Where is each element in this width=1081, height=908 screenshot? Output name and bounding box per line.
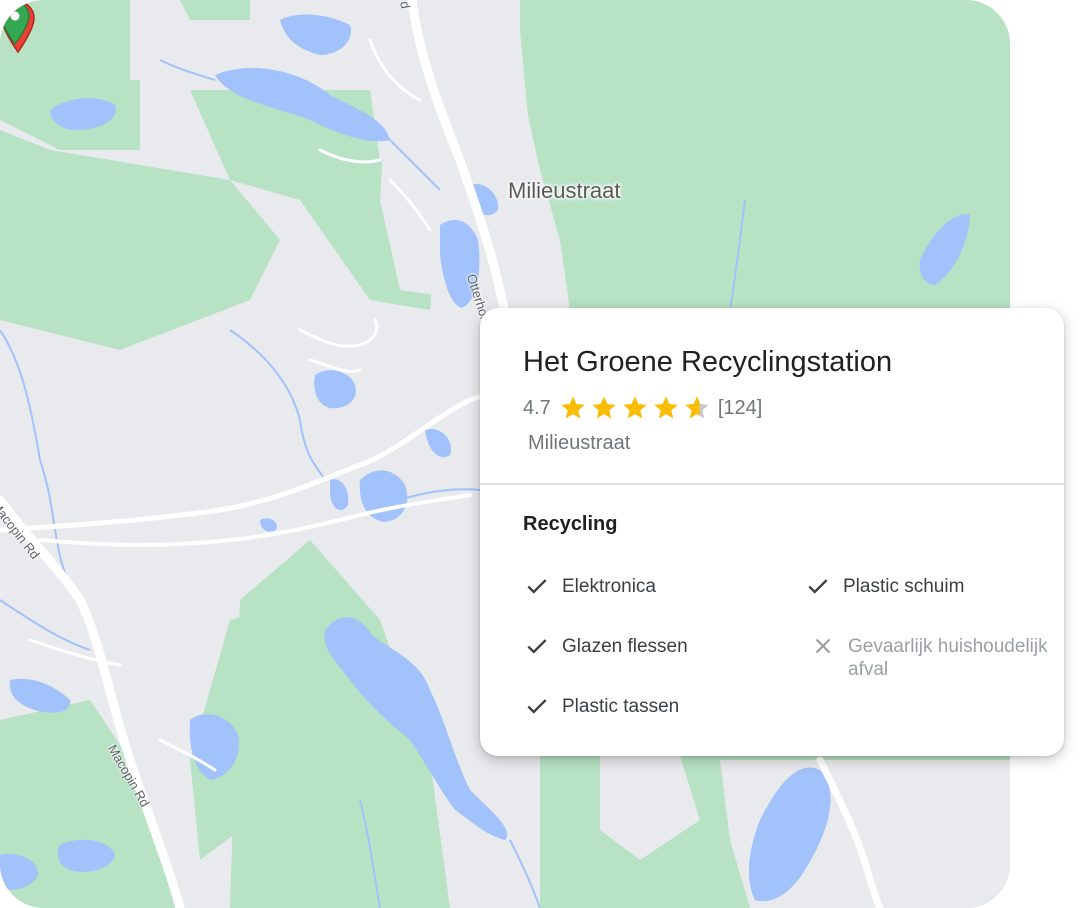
amenity-label: Glazen flessen <box>562 636 688 657</box>
star-icon <box>654 396 678 419</box>
place-address: Milieustraat <box>528 432 631 454</box>
check-icon <box>527 639 547 654</box>
amenity-label: Gevaarlijk huishoudelijk afval <box>848 636 1048 680</box>
star-half-icon <box>685 396 709 419</box>
place-details-card[interactable]: Het Groene Recyclingstation 4.7 [124] Mi… <box>480 308 1064 756</box>
star-icon <box>592 396 616 419</box>
amenity-label: Plastic schuim <box>843 576 965 597</box>
check-icon <box>808 579 828 594</box>
amenity-label: Elektronica <box>562 576 656 597</box>
amenity-item-unavailable: Gevaarlijk huishoudelijk afval <box>810 633 1048 681</box>
divider <box>480 483 1064 485</box>
review-count[interactable]: [124] <box>718 397 762 420</box>
pin-label[interactable]: Milieustraat <box>508 178 620 204</box>
star-rating <box>559 394 714 422</box>
rating-row[interactable]: 4.7 [124] <box>523 394 762 422</box>
check-icon <box>527 579 547 594</box>
amenity-item: Elektronica <box>524 573 656 599</box>
star-icon <box>623 396 647 419</box>
rating-value: 4.7 <box>523 396 551 419</box>
close-icon <box>815 638 831 654</box>
amenity-item: Glazen flessen <box>524 633 688 659</box>
amenity-item: Plastic schuim <box>805 573 964 599</box>
place-title: Het Groene Recyclingstation <box>523 346 893 378</box>
section-title: Recycling <box>523 513 618 535</box>
amenity-label: Plastic tassen <box>562 696 680 717</box>
star-icon <box>561 396 585 419</box>
location-pin-icon[interactable] <box>0 0 30 46</box>
amenity-item: Plastic tassen <box>524 693 679 719</box>
check-icon <box>527 699 547 714</box>
